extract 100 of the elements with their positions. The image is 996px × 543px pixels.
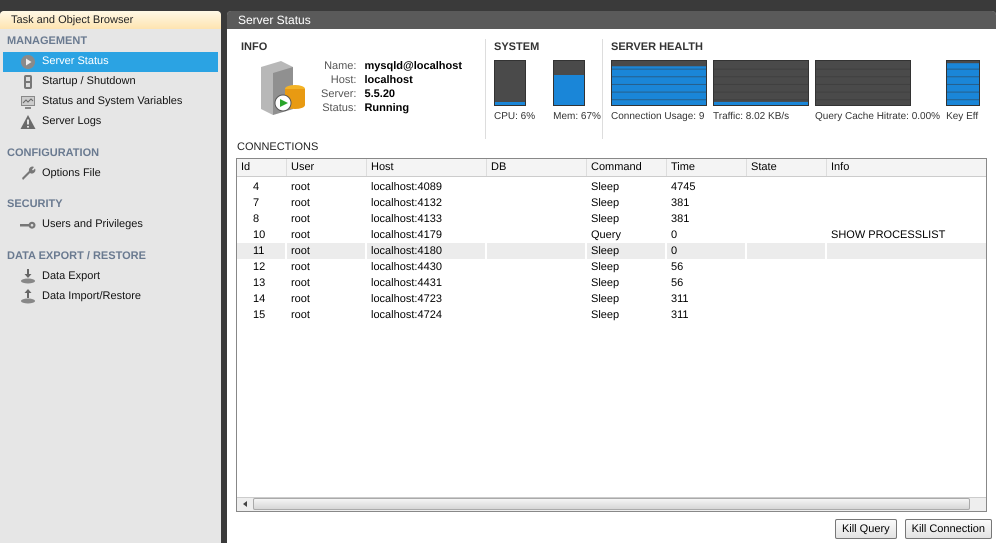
- table-cell-text: 0: [670, 244, 678, 256]
- section-heading: INFO: [241, 40, 268, 55]
- wrench-icon: [20, 165, 36, 181]
- table-cell-text: root: [290, 308, 310, 320]
- table-cell-text: 12: [252, 260, 266, 272]
- graph-label: Connection Usage: 9: [611, 110, 706, 124]
- table-cell-text: localhost:4724: [370, 308, 442, 320]
- section-heading: CONNECTIONS: [236, 140, 320, 155]
- sidebar-item[interactable]: Data Export: [3, 266, 218, 286]
- table-row[interactable]: 7 root localhost:4132 Sleep 381: [237, 194, 986, 210]
- table-cell-text: root: [290, 244, 310, 256]
- table-cell-text: localhost:4132: [370, 196, 442, 208]
- table-cell-text: 311: [670, 308, 689, 320]
- table-cell-text: localhost:4180: [370, 244, 442, 256]
- warning-icon: [20, 114, 36, 130]
- field-value: mysqld@localhost: [364, 58, 462, 72]
- table-row[interactable]: 12 root localhost:4430 Sleep 56: [237, 258, 986, 274]
- table-cell-text: localhost:4179: [370, 228, 442, 240]
- scroll-thumb[interactable]: [253, 498, 970, 510]
- action-button[interactable]: Kill Connection: [904, 519, 992, 540]
- column-header[interactable]: State: [747, 158, 827, 176]
- table-cell-text: Sleep: [590, 292, 620, 304]
- table-cell-text: 8: [252, 212, 260, 224]
- table-cell-text: Sleep: [590, 180, 620, 192]
- table-cell-text: 11: [252, 244, 264, 256]
- table-cell-text: 13: [252, 276, 266, 288]
- column-header[interactable]: DB: [487, 158, 587, 176]
- field-label: Host:: [330, 72, 356, 86]
- column-header[interactable]: Time: [667, 158, 747, 176]
- panel-title: Server Status: [227, 11, 996, 29]
- table-cell-text: SHOW PROCESSLIST: [830, 228, 946, 240]
- horizontal-scrollbar[interactable]: [237, 496, 986, 510]
- table-cell-text: Sleep: [590, 276, 620, 288]
- left-arrow-icon: [242, 501, 248, 507]
- table-cell-text: localhost:4431: [370, 276, 442, 288]
- monitor-icon: [20, 94, 36, 110]
- table-cell-text: Sleep: [590, 212, 620, 224]
- table-cell-text: localhost:4133: [370, 212, 442, 224]
- table-cell-text: 56: [670, 276, 684, 288]
- section-heading: SECURITY: [6, 197, 64, 212]
- sidebar-item[interactable]: Server Logs: [3, 112, 218, 132]
- section-heading: SERVER HEALTH: [611, 40, 704, 55]
- play-icon: [20, 54, 36, 70]
- table-cell-text: Sleep: [590, 244, 620, 256]
- table-cell-text: root: [290, 292, 310, 304]
- graph-label: Traffic: 8.02 KB/s: [713, 110, 790, 124]
- table-cell-text: localhost:4430: [370, 260, 442, 272]
- table-cell-text: 7: [252, 196, 260, 208]
- graph-label: Query Cache Hitrate: 0.00%: [815, 110, 940, 124]
- table-cell-text: 4: [252, 180, 260, 192]
- table-cell-text: 0: [670, 228, 678, 240]
- column-header[interactable]: Command: [587, 158, 667, 176]
- table-cell-text: 311: [670, 292, 689, 304]
- history-graph: [946, 60, 980, 106]
- sidebar-item[interactable]: Options File: [3, 163, 218, 183]
- table-cell-text: root: [290, 180, 310, 192]
- table-cell-text: root: [290, 228, 310, 240]
- table-row[interactable]: 13 root localhost:4431 Sleep 56: [237, 274, 986, 290]
- field-label: Name:: [323, 58, 356, 72]
- sidebar-item[interactable]: Users and Privileges: [3, 214, 218, 234]
- field-value: localhost: [364, 72, 414, 86]
- column-header[interactable]: Id: [237, 158, 287, 176]
- graph-label: Key Eff: [946, 110, 980, 124]
- section-heading: MANAGEMENT: [6, 34, 88, 49]
- sidebar-item[interactable]: Data Import/Restore: [3, 286, 218, 306]
- column-header[interactable]: Host: [367, 158, 487, 176]
- table-cell-text: root: [290, 212, 310, 224]
- field-value: 5.5.20: [364, 86, 396, 100]
- table-cell-text: Sleep: [590, 196, 620, 208]
- sidebar-title: Task and Object Browser: [0, 11, 221, 29]
- table-cell-text: 15: [252, 308, 266, 320]
- section-heading: CONFIGURATION: [6, 146, 100, 160]
- table-cell-text: 56: [670, 260, 684, 272]
- table-cell-text: localhost:4089: [370, 180, 442, 192]
- sidebar-item[interactable]: Status and System Variables: [3, 92, 218, 112]
- field-label: Server:: [321, 86, 356, 100]
- table-row[interactable]: 4 root localhost:4089 Sleep 4745: [237, 178, 986, 194]
- table-cell-text: root: [290, 276, 310, 288]
- table-cell-text: 381: [670, 212, 690, 224]
- table-row[interactable]: 11 root localhost:4180 Sleep 0: [237, 242, 986, 258]
- meter-label: Mem: 67%: [553, 110, 601, 124]
- table-cell-text: Sleep: [590, 260, 620, 272]
- table-cell-text: 14: [252, 292, 266, 304]
- sidebar-item[interactable]: Startup / Shutdown: [3, 72, 218, 92]
- meter-label: CPU: 6%: [494, 110, 536, 124]
- table-row[interactable]: 15 root localhost:4724 Sleep 311: [237, 306, 986, 322]
- table-cell-text: 10: [252, 228, 266, 240]
- upload-icon: [20, 288, 36, 304]
- table-cell-text: root: [290, 196, 310, 208]
- table-cell-text: Query: [590, 228, 621, 240]
- table-row[interactable]: 14 root localhost:4723 Sleep 311: [237, 290, 986, 306]
- table-cell-text: localhost:4723: [370, 292, 442, 304]
- column-header[interactable]: Info: [827, 158, 986, 176]
- table-cell-text: 381: [670, 196, 690, 208]
- table-row[interactable]: 10 root localhost:4179 Query 0 SHOW PROCESSLIST: [237, 226, 986, 242]
- action-button[interactable]: Kill Query: [834, 519, 897, 540]
- column-header[interactable]: User: [287, 158, 367, 176]
- section-heading: SYSTEM: [494, 40, 540, 55]
- table-row[interactable]: 8 root localhost:4133 Sleep 381: [237, 210, 986, 226]
- field-label: Status:: [321, 100, 356, 114]
